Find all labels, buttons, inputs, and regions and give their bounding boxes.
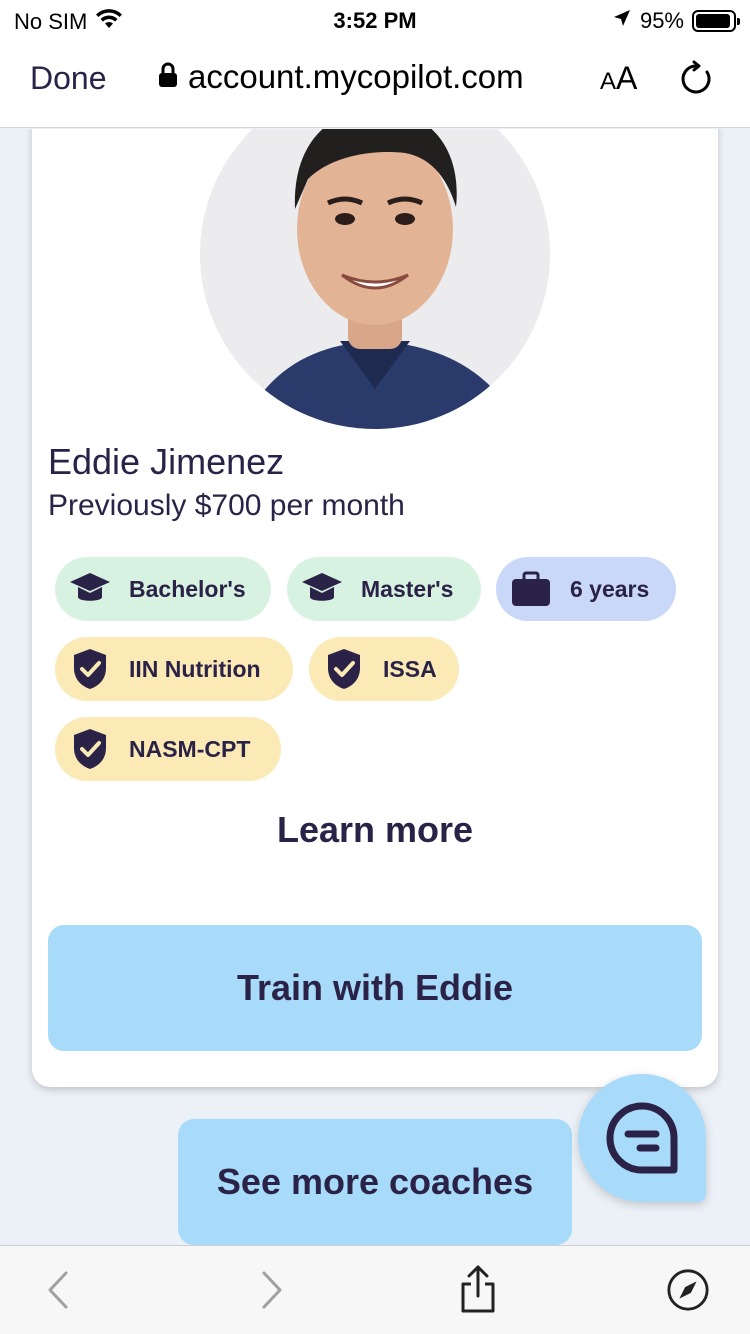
share-icon — [461, 1265, 495, 1313]
location-arrow-icon — [612, 8, 632, 34]
chat-bubble-icon — [606, 1102, 678, 1174]
credential-chip: Master's — [287, 557, 481, 621]
credential-chip: 6 years — [496, 557, 676, 621]
status-bar: No SIM 3:52 PM 95% — [0, 0, 750, 40]
credential-chip: Bachelor's — [55, 557, 271, 621]
battery-fill — [696, 14, 731, 28]
coach-price: Previously $700 per month — [48, 489, 405, 522]
reload-icon — [681, 60, 711, 94]
address-bar[interactable]: account.mycopilot.com — [158, 58, 524, 96]
open-in-safari-button[interactable] — [666, 1268, 710, 1312]
coach-name: Eddie Jimenez — [48, 441, 285, 482]
text-size-large-glyph: A — [616, 60, 638, 96]
share-button[interactable] — [456, 1264, 500, 1314]
credential-label: Bachelor's — [129, 575, 246, 602]
credential-label: IIN Nutrition — [129, 655, 261, 682]
battery-percent: 95% — [639, 8, 684, 33]
chevron-left-icon — [48, 1271, 68, 1309]
credential-label: Master's — [361, 575, 454, 602]
shield-check-icon — [69, 728, 111, 770]
credential-label: ISSA — [383, 655, 437, 682]
url-text: account.mycopilot.com — [188, 58, 524, 95]
done-button[interactable]: Done — [30, 60, 107, 97]
compass-icon — [667, 1269, 709, 1311]
credential-label: 6 years — [570, 575, 650, 602]
coach-avatar — [200, 129, 550, 429]
graduation-cap-icon — [301, 568, 343, 610]
shield-check-icon — [69, 648, 111, 690]
credential-chip: ISSA — [309, 637, 459, 701]
reload-button[interactable] — [678, 60, 716, 98]
chevron-right-icon — [262, 1271, 282, 1309]
shield-check-icon — [323, 648, 365, 690]
browser-top-bar: Done account.mycopilot.com AA — [0, 40, 750, 128]
credential-chip: IIN Nutrition — [55, 637, 293, 701]
text-size-button[interactable]: AA — [600, 60, 637, 97]
text-size-small-glyph: A — [600, 68, 617, 95]
learn-more-link[interactable]: Learn more — [32, 809, 718, 851]
coach-card: Eddie Jimenez Previously $700 per month … — [32, 129, 718, 1087]
credential-chip: NASM-CPT — [55, 717, 281, 781]
back-button[interactable] — [36, 1268, 80, 1312]
chat-button[interactable] — [578, 1074, 706, 1202]
graduation-cap-icon — [69, 568, 111, 610]
lock-icon — [158, 58, 178, 96]
credential-label: NASM-CPT — [129, 735, 251, 762]
browser-bottom-toolbar — [0, 1245, 750, 1334]
see-more-coaches-button[interactable]: See more coaches — [178, 1119, 572, 1245]
briefcase-icon — [510, 568, 552, 610]
status-bar-right: 95% — [612, 8, 740, 34]
page-content[interactable]: Eddie Jimenez Previously $700 per month … — [0, 129, 750, 1245]
battery-icon — [692, 10, 740, 32]
train-with-coach-button[interactable]: Train with Eddie — [48, 925, 702, 1051]
forward-button[interactable] — [250, 1268, 294, 1312]
